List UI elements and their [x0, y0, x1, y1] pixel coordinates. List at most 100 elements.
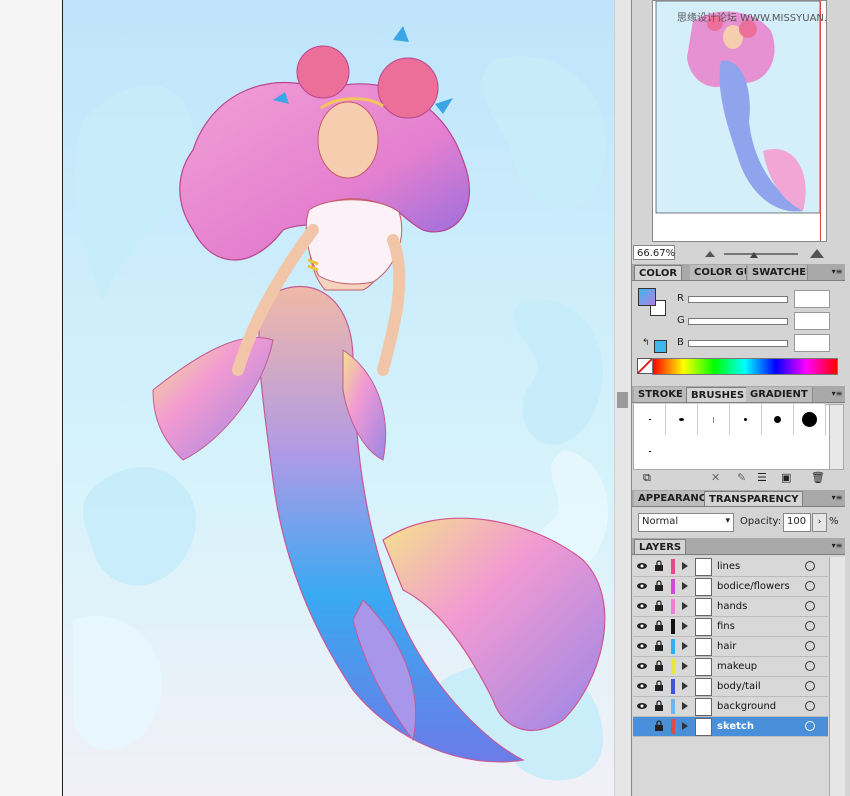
visibility-eye-icon[interactable]	[636, 580, 648, 592]
tab-swatches[interactable]: SWATCHES	[748, 265, 808, 280]
layer-name[interactable]: hair	[717, 640, 736, 653]
canvas-area[interactable]	[0, 0, 614, 796]
fill-swatch[interactable]	[638, 288, 656, 306]
new-brush-icon[interactable]: ▣	[781, 471, 791, 484]
layer-target-icon[interactable]	[805, 601, 815, 611]
visibility-eye-icon[interactable]	[636, 700, 648, 712]
tab-color-guide[interactable]: COLOR GU	[690, 265, 747, 280]
brush-list-scrollbar[interactable]	[829, 404, 844, 470]
lock-icon[interactable]	[653, 660, 665, 672]
layer-name[interactable]: makeup	[717, 660, 757, 673]
expand-triangle-icon[interactable]	[682, 562, 688, 570]
brush-item[interactable]	[794, 404, 826, 435]
expand-triangle-icon[interactable]	[682, 602, 688, 610]
navigator-zoom-slider[interactable]	[724, 253, 798, 255]
layer-row-fins[interactable]: fins	[633, 617, 828, 637]
zoom-slider-thumb[interactable]	[750, 252, 758, 258]
lock-icon[interactable]	[653, 680, 665, 692]
expand-triangle-icon[interactable]	[682, 582, 688, 590]
lock-icon[interactable]	[653, 700, 665, 712]
layer-target-icon[interactable]	[805, 561, 815, 571]
layer-target-icon[interactable]	[805, 621, 815, 631]
layer-name[interactable]: bodice/flowers	[717, 580, 790, 593]
lock-icon[interactable]	[653, 640, 665, 652]
delete-brush-icon[interactable]: 🗑	[811, 471, 825, 484]
layer-row-makeup[interactable]: makeup	[633, 657, 828, 677]
remove-stroke-icon[interactable]: ✕	[711, 471, 720, 484]
layer-row-hands[interactable]: hands	[633, 597, 828, 617]
out-of-gamut-icon[interactable]: ↰	[642, 338, 650, 348]
layer-target-icon[interactable]	[805, 721, 815, 731]
panel-menu-icon[interactable]: ▾≡	[831, 389, 843, 399]
navigator-zoom-field[interactable]: 66.67%	[633, 245, 675, 260]
layer-name[interactable]: sketch	[717, 720, 754, 733]
layer-target-icon[interactable]	[805, 681, 815, 691]
channel-r-field[interactable]	[794, 290, 830, 308]
layer-target-icon[interactable]	[805, 641, 815, 651]
stroke-options-icon[interactable]: ☰	[757, 471, 767, 484]
tab-gradient[interactable]: GRADIENT	[746, 387, 813, 402]
expand-triangle-icon[interactable]	[682, 722, 688, 730]
channel-g-field[interactable]	[794, 312, 830, 330]
tab-transparency[interactable]: TRANSPARENCY	[704, 491, 804, 506]
brush-item[interactable]	[762, 404, 794, 435]
expand-triangle-icon[interactable]	[682, 682, 688, 690]
blend-mode-select[interactable]: Normal ▾	[638, 513, 734, 532]
lock-icon[interactable]	[653, 720, 665, 732]
tab-brushes[interactable]: BRUSHES	[686, 387, 750, 402]
layer-row-sketch[interactable]: sketch	[633, 717, 828, 737]
lock-icon[interactable]	[653, 580, 665, 592]
layer-row-body-tail[interactable]: body/tail	[633, 677, 828, 697]
fill-stroke-swatch[interactable]	[638, 288, 666, 316]
expand-triangle-icon[interactable]	[682, 642, 688, 650]
brush-item[interactable]	[634, 436, 665, 467]
tab-color[interactable]: COLOR	[634, 265, 683, 280]
panel-menu-icon[interactable]: ▾≡	[831, 541, 843, 551]
brush-item[interactable]	[666, 404, 698, 435]
panel-menu-icon[interactable]: ▾≡	[831, 493, 843, 503]
opacity-dropdown-button[interactable]: ›	[812, 513, 827, 532]
layer-row-bodice-flowers[interactable]: bodice/flowers	[633, 577, 828, 597]
visibility-eye-icon[interactable]	[636, 720, 648, 732]
brush-libraries-icon[interactable]: ⧉	[643, 471, 651, 485]
channel-g-slider[interactable]	[688, 318, 788, 325]
splitter-grip[interactable]	[617, 392, 628, 408]
visibility-eye-icon[interactable]	[636, 680, 648, 692]
zoom-in-icon[interactable]	[810, 249, 824, 258]
expand-triangle-icon[interactable]	[682, 662, 688, 670]
zoom-out-icon[interactable]	[705, 251, 715, 257]
brush-options-icon[interactable]: ✎	[737, 471, 746, 484]
lock-icon[interactable]	[653, 600, 665, 612]
lock-icon[interactable]	[653, 620, 665, 632]
tab-layers[interactable]: LAYERS	[634, 539, 687, 554]
color-spectrum-bar[interactable]	[652, 358, 838, 375]
layer-name[interactable]: fins	[717, 620, 735, 633]
channel-b-slider[interactable]	[688, 340, 788, 347]
visibility-eye-icon[interactable]	[636, 620, 648, 632]
layer-name[interactable]: hands	[717, 600, 747, 613]
visibility-eye-icon[interactable]	[636, 600, 648, 612]
layer-name[interactable]: background	[717, 700, 776, 713]
layer-row-background[interactable]: background	[633, 697, 828, 717]
expand-triangle-icon[interactable]	[682, 622, 688, 630]
none-color-icon[interactable]	[637, 358, 653, 374]
channel-r-slider[interactable]	[688, 296, 788, 303]
tab-stroke[interactable]: STROKE	[634, 387, 688, 402]
expand-triangle-icon[interactable]	[682, 702, 688, 710]
layers-scrollbar[interactable]	[829, 557, 845, 796]
opacity-field[interactable]: 100	[783, 513, 811, 532]
layer-target-icon[interactable]	[805, 661, 815, 671]
layer-row-hair[interactable]: hair	[633, 637, 828, 657]
layer-row-lines[interactable]: lines	[633, 557, 828, 577]
artboard[interactable]	[62, 0, 614, 796]
panel-menu-icon[interactable]: ▾≡	[831, 267, 843, 277]
layer-name[interactable]: body/tail	[717, 680, 761, 693]
brush-item[interactable]	[634, 404, 666, 435]
layer-target-icon[interactable]	[805, 701, 815, 711]
navigator-preview[interactable]: 思缘设计论坛 WWW.MISSYUAN.COM	[652, 0, 827, 242]
brush-item[interactable]	[730, 404, 762, 435]
visibility-eye-icon[interactable]	[636, 660, 648, 672]
layer-name[interactable]: lines	[717, 560, 740, 573]
channel-b-field[interactable]	[794, 334, 830, 352]
visibility-eye-icon[interactable]	[636, 640, 648, 652]
